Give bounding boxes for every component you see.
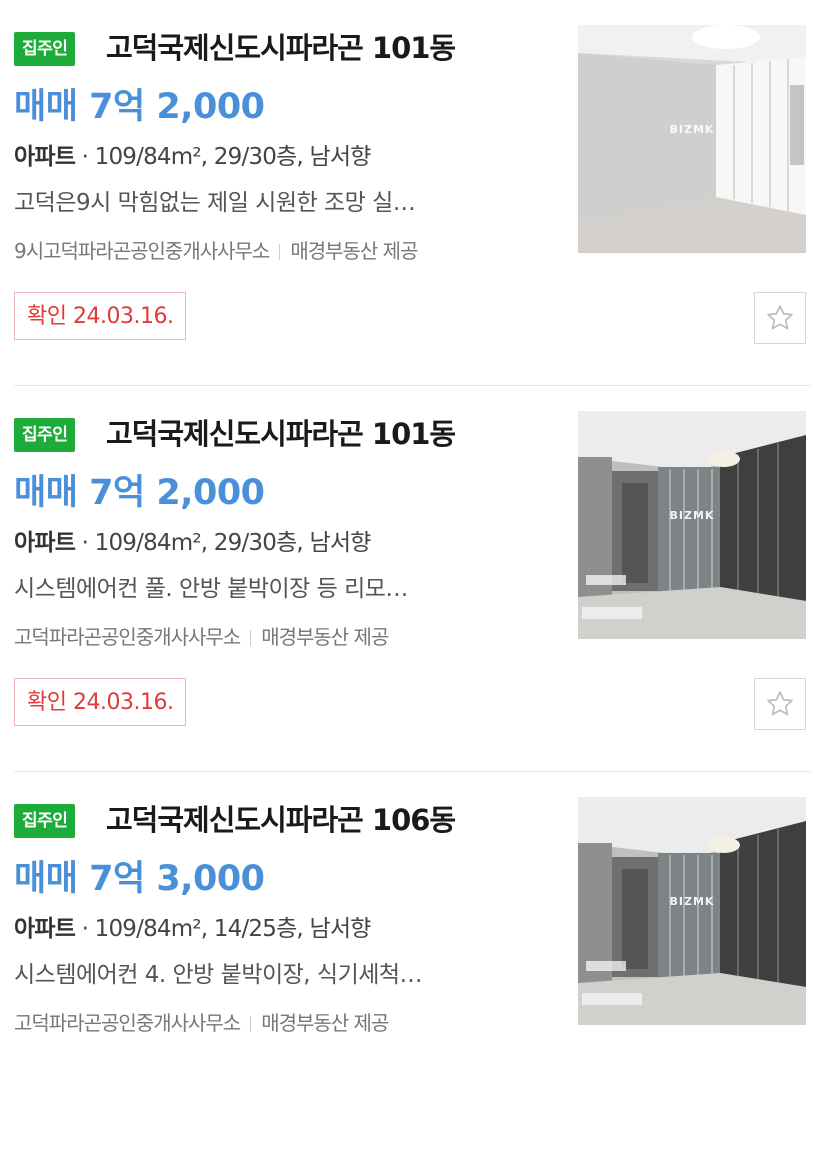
separator [250, 630, 252, 646]
listing-item[interactable]: 집주인 고덕국제신도시파라곤 101동 매매 7억 2,000 아파트 · 10… [0, 386, 827, 772]
room-photo-living [578, 797, 806, 1025]
listing-title[interactable]: 고덕국제신도시파라곤 101동 [106, 28, 456, 68]
favorite-button[interactable] [754, 292, 806, 344]
listing-spec: 아파트 · 109/84m², 29/30층, 남서향 [14, 526, 371, 560]
listing-price: 매매 7억 2,000 [14, 87, 265, 127]
listing-photo[interactable]: BIZMK [578, 411, 806, 639]
agent-line: 9시고덕파라곤공인중개사사무소 매경부동산 제공 [14, 236, 419, 266]
listing-photo[interactable]: BIZMK [578, 25, 806, 253]
listing-description: 시스템에어컨 풀. 안방 붙박이장 등 리모… [14, 576, 408, 602]
listing-description: 고덕은9시 막힘없는 제일 시원한 조망 실… [14, 190, 416, 216]
listing-price: 매매 7억 2,000 [14, 473, 265, 513]
agent-name[interactable]: 고덕파라곤공인중개사사무소 [14, 625, 241, 649]
confirm-date-badge: 확인 24.03.16. [14, 292, 187, 340]
provider-name: 매경부동산 제공 [290, 239, 418, 263]
star-outline-icon [767, 691, 793, 716]
listing-spec: 아파트 · 109/84m², 14/25층, 남서향 [14, 912, 371, 946]
photo-watermark: BIZMK [669, 895, 715, 908]
spec-detail: · 109/84m², 29/30층, 남서향 [75, 144, 372, 170]
room-photo-empty [578, 25, 806, 253]
confirm-date-badge: 확인 24.03.16. [14, 678, 187, 726]
separator [279, 244, 281, 260]
agent-line: 고덕파라곤공인중개사사무소 매경부동산 제공 [14, 1008, 389, 1038]
owner-badge: 집주인 [14, 32, 76, 66]
photo-watermark: BIZMK [669, 509, 715, 522]
separator [250, 1016, 252, 1032]
provider-name: 매경부동산 제공 [261, 625, 389, 649]
agent-name[interactable]: 9시고덕파라곤공인중개사사무소 [14, 239, 270, 263]
property-type: 아파트 [14, 916, 76, 942]
agent-line: 고덕파라곤공인중개사사무소 매경부동산 제공 [14, 622, 389, 652]
star-outline-icon [767, 305, 793, 330]
listing-spec: 아파트 · 109/84m², 29/30층, 남서향 [14, 140, 371, 174]
property-type: 아파트 [14, 530, 76, 556]
listing-item[interactable]: 집주인 고덕국제신도시파라곤 101동 매매 7억 2,000 아파트 · 10… [0, 0, 827, 386]
listing-photo[interactable]: BIZMK [578, 797, 806, 1025]
spec-detail: · 109/84m², 14/25층, 남서향 [75, 916, 372, 942]
spec-detail: · 109/84m², 29/30층, 남서향 [75, 530, 372, 556]
agent-name[interactable]: 고덕파라곤공인중개사사무소 [14, 1011, 241, 1035]
listing-title[interactable]: 고덕국제신도시파라곤 106동 [106, 800, 456, 840]
provider-name: 매경부동산 제공 [261, 1011, 389, 1035]
property-type: 아파트 [14, 144, 76, 170]
listing-title[interactable]: 고덕국제신도시파라곤 101동 [106, 414, 456, 454]
room-photo-living [578, 411, 806, 639]
owner-badge: 집주인 [14, 804, 76, 838]
owner-badge: 집주인 [14, 418, 76, 452]
listing-item[interactable]: 집주인 고덕국제신도시파라곤 106동 매매 7억 3,000 아파트 · 10… [0, 772, 827, 1158]
photo-watermark: BIZMK [669, 123, 715, 136]
favorite-button[interactable] [754, 678, 806, 730]
listing-price: 매매 7억 3,000 [14, 859, 265, 899]
listing-description: 시스템에어컨 4. 안방 붙박이장, 식기세척… [14, 962, 423, 988]
